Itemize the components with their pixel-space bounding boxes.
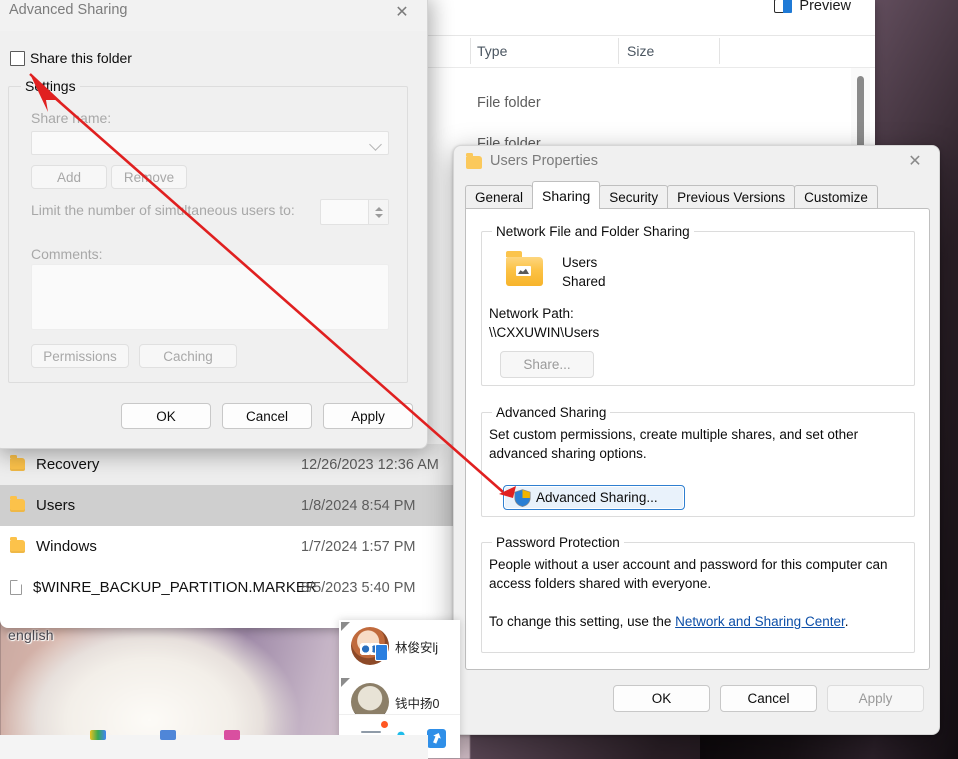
apply-button[interactable]: Apply xyxy=(827,685,924,712)
cell-name: Users xyxy=(36,497,76,514)
caching-button[interactable]: Caching xyxy=(139,344,237,368)
advanced-sharing-button[interactable]: Advanced Sharing... xyxy=(503,485,685,510)
limit-simultaneous-users-label: Limit the number of simultaneous users t… xyxy=(31,202,295,218)
cell-date-modified: 12/26/2023 12:36 AM xyxy=(301,456,439,473)
advanced-sharing-dialog: Advanced Sharing ✕ Share this folder Set… xyxy=(0,0,428,449)
shared-folder-icon xyxy=(506,251,543,286)
folder-icon xyxy=(10,496,25,512)
advanced-sharing-description-line2: advanced sharing options. xyxy=(489,446,647,461)
taskbar-app-icon[interactable] xyxy=(224,730,240,740)
dialog-title: Advanced Sharing xyxy=(9,2,128,18)
comments-label: Comments: xyxy=(31,246,103,262)
column-header-size[interactable]: Size xyxy=(627,43,654,59)
folder-icon xyxy=(10,455,25,471)
share-this-folder-label[interactable]: Share this folder xyxy=(30,50,132,66)
cell-date-modified: 8/5/2023 5:40 PM xyxy=(301,579,416,596)
folder-icon xyxy=(466,153,482,169)
desktop-watermark-label: english xyxy=(8,627,54,643)
dialog-titlebar[interactable]: Advanced Sharing ✕ xyxy=(0,0,427,31)
close-icon[interactable]: ✕ xyxy=(899,149,931,175)
group-legend-advanced-sharing: Advanced Sharing xyxy=(492,405,611,420)
network-and-sharing-center-link[interactable]: Network and Sharing Center xyxy=(675,614,845,629)
tab-sharing[interactable]: Sharing xyxy=(532,181,601,209)
share-overlay-icon xyxy=(516,266,531,276)
password-protection-line3-prefix: To change this setting, use the xyxy=(489,614,676,629)
notification-dot-icon xyxy=(381,721,388,728)
tab-customize[interactable]: Customize xyxy=(794,185,878,208)
network-path-value: \\CXXUWIN\Users xyxy=(489,325,600,340)
column-divider[interactable] xyxy=(470,38,471,64)
column-divider[interactable] xyxy=(719,38,720,64)
tab-previous-versions[interactable]: Previous Versions xyxy=(667,185,796,208)
network-file-and-folder-sharing-group: Network File and Folder Sharing Users Sh… xyxy=(481,224,915,386)
advanced-sharing-description-line1: Set custom permissions, create multiple … xyxy=(489,427,859,442)
ok-button[interactable]: OK xyxy=(121,403,211,429)
share-name-label: Share name: xyxy=(31,110,112,126)
close-icon[interactable]: ✕ xyxy=(387,0,417,25)
tab-general[interactable]: General xyxy=(465,185,534,208)
contact-name: 钱中扬0 xyxy=(395,697,440,711)
group-legend-password-protection: Password Protection xyxy=(492,535,624,550)
cancel-button[interactable]: Cancel xyxy=(222,403,312,429)
cancel-button[interactable]: Cancel xyxy=(720,685,817,712)
remove-button[interactable]: Remove xyxy=(111,165,187,189)
group-legend-settings: Settings xyxy=(21,78,80,94)
apply-button[interactable]: Apply xyxy=(323,403,413,429)
cell-type: File folder xyxy=(477,94,541,111)
permissions-button[interactable]: Permissions xyxy=(31,344,129,368)
corner-flag-icon xyxy=(341,678,350,687)
taskbar-app-icon[interactable] xyxy=(90,730,106,740)
shared-folder-status: Shared xyxy=(562,274,606,289)
group-legend-network-sharing: Network File and Folder Sharing xyxy=(492,224,694,239)
advanced-sharing-button-label: Advanced Sharing... xyxy=(536,490,658,505)
chevron-up-icon[interactable] xyxy=(374,206,383,211)
corner-flag-icon xyxy=(341,622,350,631)
password-protection-line1: People without a user account and passwo… xyxy=(489,557,888,572)
dialog-titlebar[interactable]: Users Properties ✕ xyxy=(454,146,939,179)
file-icon xyxy=(10,580,22,595)
dialog-title: Users Properties xyxy=(490,153,598,169)
cell-date-modified: 1/8/2024 8:54 PM xyxy=(301,497,416,514)
ok-button[interactable]: OK xyxy=(613,685,710,712)
limit-users-stepper[interactable] xyxy=(320,199,389,225)
preview-pane-button[interactable]: Preview xyxy=(768,0,857,18)
password-protection-line3: To change this setting, use the Network … xyxy=(489,612,848,631)
password-protection-line2: access folders shared with everyone. xyxy=(489,576,712,591)
preview-pane-label: Preview xyxy=(799,0,851,14)
properties-tab-strip: General Sharing Security Previous Versio… xyxy=(465,181,878,209)
dialog-footer: OK Cancel Apply xyxy=(454,676,939,734)
comments-textarea[interactable] xyxy=(31,264,389,330)
cell-name: $WINRE_BACKUP_PARTITION.MARKER xyxy=(33,579,317,596)
cell-date-modified: 1/7/2024 1:57 PM xyxy=(301,538,416,555)
mobile-device-icon xyxy=(375,644,388,661)
stepper-arrows[interactable] xyxy=(368,200,388,224)
list-item[interactable]: 林俊安lj xyxy=(339,620,460,674)
folder-icon xyxy=(10,537,25,553)
advanced-sharing-group: Advanced Sharing Set custom permissions,… xyxy=(481,405,915,517)
taskbar-strip xyxy=(0,730,428,759)
password-protection-line3-suffix: . xyxy=(844,614,849,629)
users-properties-dialog: Users Properties ✕ General Sharing Secur… xyxy=(453,145,940,735)
cell-name: Windows xyxy=(36,538,97,555)
preview-pane-icon xyxy=(774,0,793,13)
column-divider[interactable] xyxy=(618,38,619,64)
tab-security[interactable]: Security xyxy=(599,185,669,208)
taskbar-app-icon[interactable] xyxy=(160,730,176,740)
share-name-combobox[interactable] xyxy=(31,131,389,155)
chevron-down-icon xyxy=(369,138,382,151)
column-header-type[interactable]: Type xyxy=(477,43,507,59)
add-button[interactable]: Add xyxy=(31,165,107,189)
cell-name: Recovery xyxy=(36,456,100,473)
share-this-folder-checkbox[interactable] xyxy=(10,51,25,66)
sharing-tab-panel: Network File and Folder Sharing Users Sh… xyxy=(465,208,930,670)
dialog-footer: OK Cancel Apply xyxy=(0,403,427,437)
password-protection-group: Password Protection People without a use… xyxy=(481,535,915,653)
shared-folder-name: Users xyxy=(562,255,598,270)
contact-name: 林俊安lj xyxy=(395,641,439,655)
uac-shield-icon xyxy=(514,488,531,507)
network-path-label: Network Path: xyxy=(489,306,574,321)
share-button[interactable]: Share... xyxy=(500,351,594,378)
blue-share-icon[interactable] xyxy=(427,729,446,748)
chevron-down-icon[interactable] xyxy=(374,213,383,218)
